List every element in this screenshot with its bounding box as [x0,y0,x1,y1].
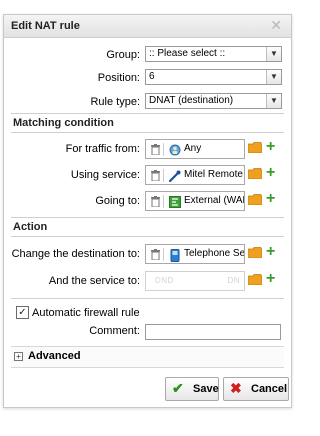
auto-firewall-row: ✓ Automatic firewall rule [4,303,291,323]
traffic-from-picker[interactable]: Any [145,139,245,159]
using-service-row: Using service: Mitel Remote + [4,164,291,185]
trash-icon[interactable] [151,144,160,155]
close-icon[interactable]: ✕ [270,17,282,34]
auto-firewall-checkbox[interactable]: ✓ [16,306,29,319]
trash-icon[interactable] [151,170,160,181]
group-label: Group: [106,49,140,61]
service-to-picker[interactable]: DND DN [145,271,245,291]
position-label: Position: [97,72,140,84]
folder-icon[interactable] [248,168,262,179]
add-icon[interactable]: + [266,243,275,261]
x-icon: ✖ [230,380,242,396]
section-divider [11,113,284,114]
picker-divider [163,143,164,156]
service-to-placeholder: DND [155,276,174,285]
change-destination-row: Change the destination to: Telephone Se … [4,243,291,264]
group-select[interactable]: :: Please select :: ▼ [145,46,282,62]
picker-divider [163,195,164,208]
cancel-label: Cancel [251,383,288,395]
rule-type-label: Rule type: [90,96,140,108]
traffic-from-value: Any [184,143,202,154]
going-to-picker[interactable]: External (WAN) [145,191,245,211]
cancel-button[interactable]: ✖ Cancel [223,377,289,401]
group-select-value: :: Please select :: [149,48,226,59]
advanced-label: Advanced [28,350,81,362]
folder-icon[interactable] [248,274,262,285]
comment-label: Comment: [89,325,140,337]
using-service-value: Mitel Remote [184,169,243,180]
save-button[interactable]: ✔ Save [165,377,219,401]
service-to-placeholder: DN [227,276,240,285]
dialog-titlebar: Edit NAT rule ✕ [4,15,291,38]
save-label: Save [193,383,219,395]
position-row: Position: 6 ▼ [4,69,291,89]
chevron-down-icon: ▼ [266,70,281,84]
service-to-label: And the service to: [48,275,140,287]
advanced-section-toggle[interactable]: + Advanced [11,346,284,368]
position-select[interactable]: 6 ▼ [145,69,282,85]
folder-icon[interactable] [248,247,262,258]
folder-icon[interactable] [248,142,262,153]
chevron-down-icon: ▼ [266,94,281,108]
globe-user-icon [169,144,181,156]
comment-row: Comment: [4,324,291,344]
action-heading: Action [13,221,48,233]
trash-icon[interactable] [151,196,160,207]
section-divider [11,217,284,218]
going-to-label: Going to: [95,195,140,207]
change-destination-value: Telephone Se [184,248,245,259]
section-divider [11,236,284,237]
add-icon[interactable]: + [266,270,275,288]
change-destination-picker[interactable]: Telephone Se [145,244,245,264]
add-icon[interactable]: + [266,138,275,156]
service-icon [169,170,181,182]
using-service-label: Using service: [70,169,140,181]
folder-icon[interactable] [248,194,262,205]
phone-host-icon [170,249,180,262]
chevron-down-icon: ▼ [266,47,281,61]
section-divider [11,132,284,133]
service-to-row: And the service to: DND DN + [4,270,291,291]
going-to-row: Going to: External (WAN) + [4,190,291,211]
network-interface-icon [169,196,181,208]
group-row: Group: :: Please select :: ▼ [4,46,291,66]
add-icon[interactable]: + [266,164,275,182]
rule-type-select-value: DNAT (destination) [149,95,234,106]
matching-condition-heading: Matching condition [13,117,114,129]
checkmark-icon: ✔ [172,380,184,396]
rule-type-row: Rule type: DNAT (destination) ▼ [4,93,291,113]
change-destination-label: Change the destination to: [11,248,140,260]
auto-firewall-label: Automatic firewall rule [32,307,140,319]
trash-icon[interactable] [151,249,160,260]
traffic-from-row: For traffic from: Any + [4,138,291,159]
going-to-value: External (WAN) [184,195,244,206]
add-icon[interactable]: + [266,190,275,208]
expand-icon[interactable]: + [14,352,23,361]
dialog-title: Edit NAT rule [11,20,80,32]
picker-divider [163,248,164,261]
rule-type-select[interactable]: DNAT (destination) ▼ [145,93,282,109]
edit-nat-rule-dialog: Edit NAT rule ✕ Group: :: Please select … [3,14,292,408]
traffic-from-label: For traffic from: [65,143,140,155]
section-divider [11,298,284,299]
using-service-picker[interactable]: Mitel Remote [145,165,245,185]
picker-divider [163,169,164,182]
comment-input[interactable] [145,324,281,340]
position-select-value: 6 [149,71,155,82]
